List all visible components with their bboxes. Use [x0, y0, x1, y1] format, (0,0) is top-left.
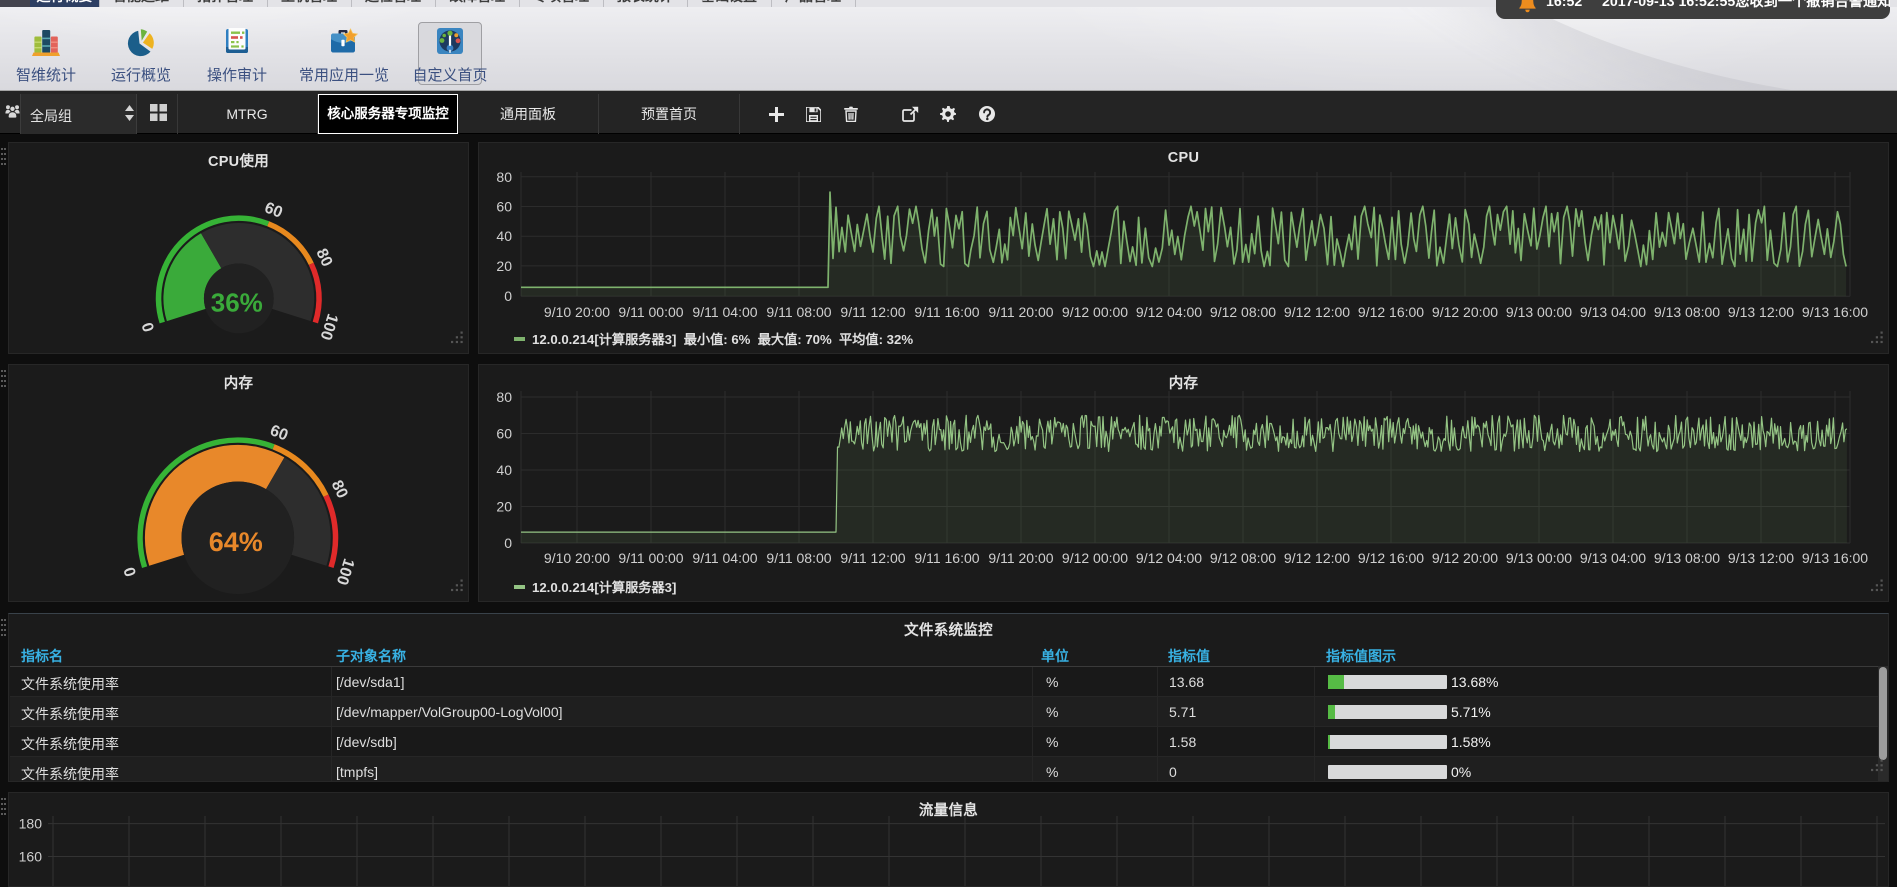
svg-text:9/12 16:00: 9/12 16:00 — [1358, 304, 1424, 320]
svg-text:9/13 16:00: 9/13 16:00 — [1802, 550, 1868, 566]
svg-text:0: 0 — [139, 320, 158, 334]
svg-text:60: 60 — [268, 422, 291, 444]
svg-text:9/12 00:00: 9/12 00:00 — [1062, 304, 1128, 320]
svg-text:9/13 08:00: 9/13 08:00 — [1654, 550, 1720, 566]
svg-text:9/11 00:00: 9/11 00:00 — [618, 550, 683, 566]
svg-text:20: 20 — [496, 499, 512, 515]
svg-text:9/11 12:00: 9/11 12:00 — [840, 550, 905, 566]
svg-text:80: 80 — [328, 478, 351, 501]
svg-text:9/13 00:00: 9/13 00:00 — [1506, 304, 1572, 320]
svg-text:9/12 16:00: 9/12 16:00 — [1358, 550, 1424, 566]
svg-text:0: 0 — [121, 565, 140, 579]
svg-text:9/12 20:00: 9/12 20:00 — [1432, 550, 1498, 566]
svg-text:9/13 04:00: 9/13 04:00 — [1580, 550, 1646, 566]
svg-text:9/13 12:00: 9/13 12:00 — [1728, 550, 1794, 566]
svg-text:9/12 12:00: 9/12 12:00 — [1284, 304, 1350, 320]
svg-text:64%: 64% — [209, 527, 263, 557]
svg-text:9/12 12:00: 9/12 12:00 — [1284, 550, 1350, 566]
svg-text:180: 180 — [19, 816, 43, 832]
svg-text:0: 0 — [504, 288, 512, 304]
svg-text:9/12 20:00: 9/12 20:00 — [1432, 304, 1498, 320]
svg-text:9/10 20:00: 9/10 20:00 — [544, 550, 610, 566]
svg-text:0: 0 — [504, 535, 512, 551]
svg-text:9/13 08:00: 9/13 08:00 — [1654, 304, 1720, 320]
svg-text:36%: 36% — [211, 287, 263, 317]
svg-text:9/10 20:00: 9/10 20:00 — [544, 304, 610, 320]
svg-text:9/13 12:00: 9/13 12:00 — [1728, 304, 1794, 320]
svg-text:9/11 16:00: 9/11 16:00 — [914, 304, 979, 320]
svg-text:9/12 08:00: 9/12 08:00 — [1210, 304, 1276, 320]
svg-text:100: 100 — [333, 556, 357, 587]
svg-text:9/11 12:00: 9/11 12:00 — [840, 304, 905, 320]
svg-text:9/13 00:00: 9/13 00:00 — [1506, 550, 1572, 566]
svg-text:9/13 16:00: 9/13 16:00 — [1802, 304, 1868, 320]
svg-text:9/12 04:00: 9/12 04:00 — [1136, 304, 1202, 320]
svg-text:9/12 08:00: 9/12 08:00 — [1210, 550, 1276, 566]
svg-text:9/11 04:00: 9/11 04:00 — [692, 304, 757, 320]
svg-text:60: 60 — [496, 199, 512, 215]
svg-text:9/11 20:00: 9/11 20:00 — [988, 550, 1053, 566]
svg-text:9/11 08:00: 9/11 08:00 — [766, 550, 831, 566]
svg-text:60: 60 — [496, 426, 512, 442]
svg-text:160: 160 — [19, 849, 43, 865]
svg-text:9/11 08:00: 9/11 08:00 — [766, 304, 831, 320]
svg-text:80: 80 — [312, 246, 335, 269]
svg-text:9/13 04:00: 9/13 04:00 — [1580, 304, 1646, 320]
svg-text:9/11 00:00: 9/11 00:00 — [618, 304, 683, 320]
svg-text:20: 20 — [496, 258, 512, 274]
svg-text:9/12 00:00: 9/12 00:00 — [1062, 550, 1128, 566]
svg-text:9/11 16:00: 9/11 16:00 — [914, 550, 979, 566]
svg-text:40: 40 — [496, 228, 512, 244]
svg-text:100: 100 — [317, 311, 341, 342]
svg-text:9/11 04:00: 9/11 04:00 — [692, 550, 757, 566]
svg-text:40: 40 — [496, 462, 512, 478]
svg-text:80: 80 — [496, 389, 512, 405]
svg-text:60: 60 — [262, 199, 285, 221]
svg-text:9/11 20:00: 9/11 20:00 — [988, 304, 1053, 320]
svg-text:80: 80 — [496, 169, 512, 185]
svg-text:9/12 04:00: 9/12 04:00 — [1136, 550, 1202, 566]
